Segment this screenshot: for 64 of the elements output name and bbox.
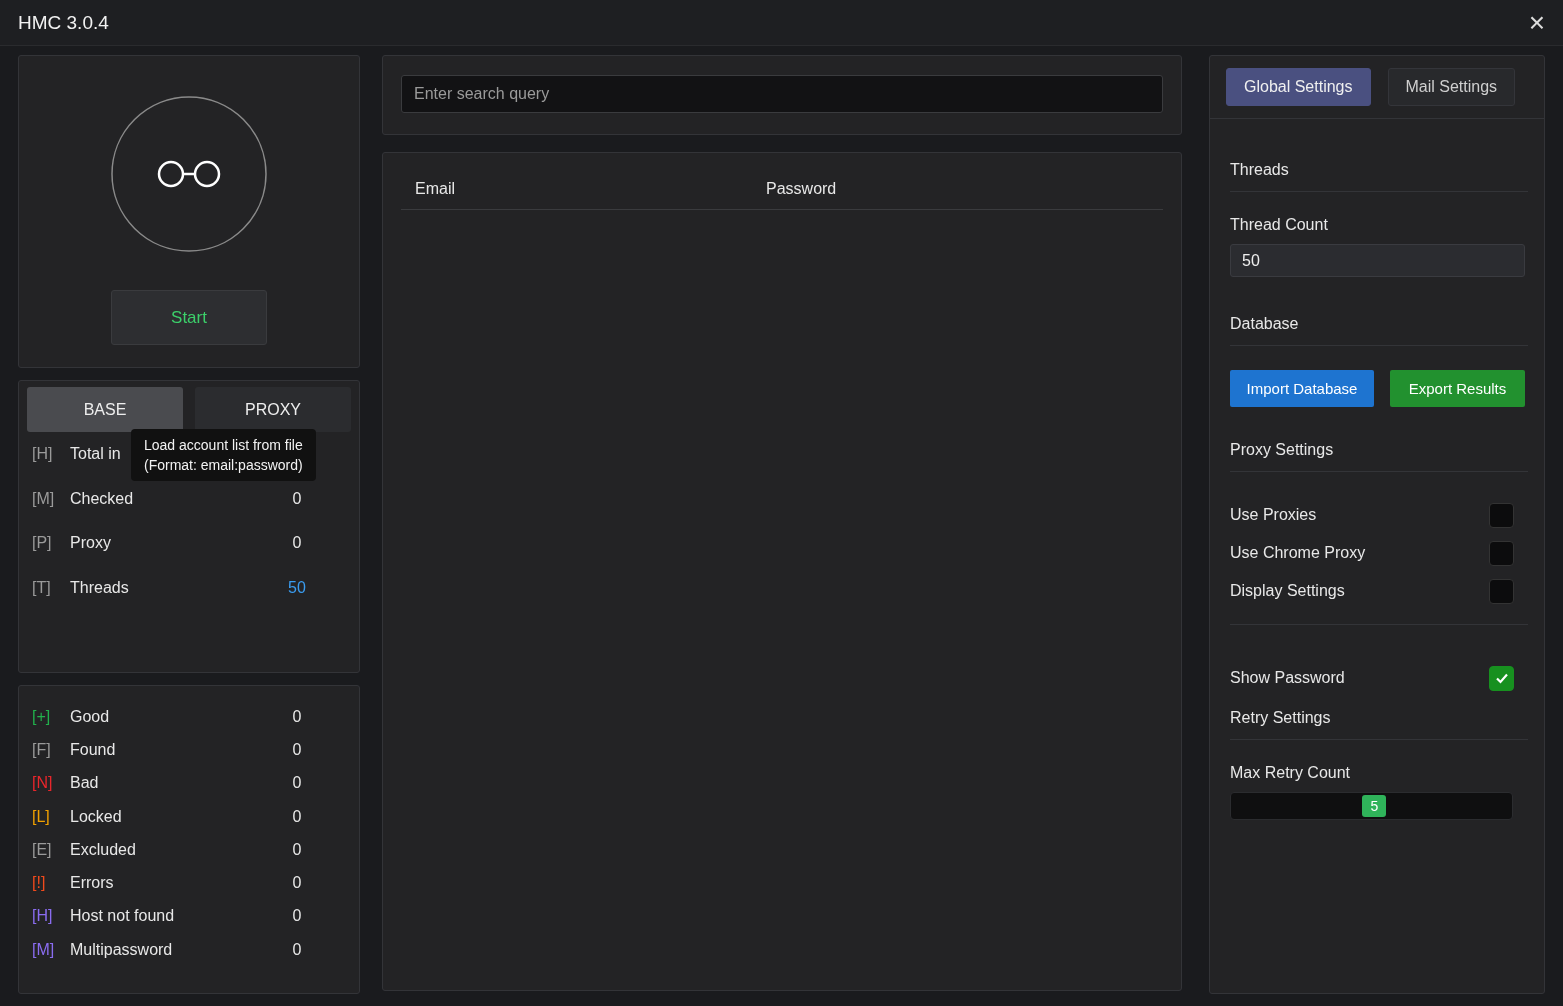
- result-count: 0: [291, 840, 303, 859]
- stat-label: Total in: [70, 445, 121, 463]
- stat-value: 0: [291, 534, 303, 553]
- result-count: 0: [291, 740, 303, 759]
- stat-tag: [T]: [32, 578, 70, 597]
- checkbox[interactable]: [1489, 578, 1514, 604]
- result-tag: [F]: [32, 740, 70, 759]
- result-label: Excluded: [70, 840, 136, 858]
- stat-label: Proxy: [70, 534, 111, 552]
- section-heading: Retry Settings: [1230, 709, 1528, 740]
- result-label: Locked: [70, 807, 122, 825]
- tab[interactable]: BASE: [27, 387, 183, 432]
- column-header[interactable]: Email: [401, 180, 752, 198]
- checkbox[interactable]: [1489, 665, 1514, 691]
- section-heading: Threads: [1230, 161, 1528, 192]
- result-count: 0: [291, 807, 303, 826]
- checkbox-label: Show Password: [1230, 669, 1345, 687]
- column-header[interactable]: Password: [752, 180, 1103, 198]
- result-tag: [!]: [32, 874, 70, 893]
- checkbox-label: Use Chrome Proxy: [1230, 544, 1366, 562]
- stat-label: Checked: [70, 489, 134, 507]
- result-count: 0: [291, 774, 303, 793]
- section-heading: Database: [1230, 315, 1528, 346]
- start-button[interactable]: Start: [111, 290, 267, 345]
- result-tag: [H]: [32, 907, 70, 926]
- result-label: Bad: [70, 774, 99, 792]
- thread-count-field[interactable]: 50: [1230, 244, 1525, 277]
- stat-tag: [P]: [32, 534, 70, 553]
- import-button[interactable]: Import Database: [1230, 370, 1374, 407]
- result-tag: [L]: [32, 807, 70, 826]
- tooltip: Load account list from file (Format: email:password): [131, 429, 316, 481]
- slider-label: Max Retry Count: [1230, 764, 1352, 782]
- checkbox-label: Use Proxies: [1230, 506, 1317, 524]
- window-title: HMC 3.0.4: [18, 11, 109, 34]
- result-label: Multipassword: [70, 940, 173, 958]
- tab[interactable]: PROXY: [195, 387, 351, 432]
- stat-label: Threads: [70, 578, 129, 596]
- tab[interactable]: Global Settings: [1226, 68, 1371, 106]
- tab[interactable]: Mail Settings: [1387, 68, 1516, 106]
- stat-tag: [M]: [32, 489, 70, 508]
- result-tag: [E]: [32, 840, 70, 859]
- result-label: Errors: [70, 874, 114, 892]
- stat-value: 50: [287, 578, 307, 597]
- result-label: Host not found: [70, 907, 175, 925]
- result-tag: [+]: [32, 707, 70, 726]
- checkbox-label: Display Settings: [1230, 582, 1345, 600]
- result-count: 0: [291, 874, 303, 893]
- result-count: 0: [291, 907, 303, 926]
- field-label: Thread Count: [1230, 216, 1329, 234]
- result-count: 0: [291, 707, 303, 726]
- checkbox[interactable]: [1489, 540, 1514, 566]
- stat-tag: [H]: [32, 445, 70, 464]
- close-button[interactable]: ×: [1528, 8, 1545, 37]
- result-tag: [M]: [32, 940, 70, 959]
- glasses-logo-icon: [111, 96, 267, 252]
- search-field[interactable]: Enter search query: [401, 75, 1163, 113]
- export-button[interactable]: Export Results: [1390, 370, 1525, 407]
- stat-value: 0: [291, 489, 303, 508]
- section-heading: Proxy Settings: [1230, 441, 1528, 472]
- checkbox[interactable]: [1489, 502, 1514, 528]
- result-label: Found: [70, 740, 116, 758]
- result-tag: [N]: [32, 774, 70, 793]
- result-count: 0: [291, 940, 303, 959]
- result-label: Good: [70, 707, 110, 725]
